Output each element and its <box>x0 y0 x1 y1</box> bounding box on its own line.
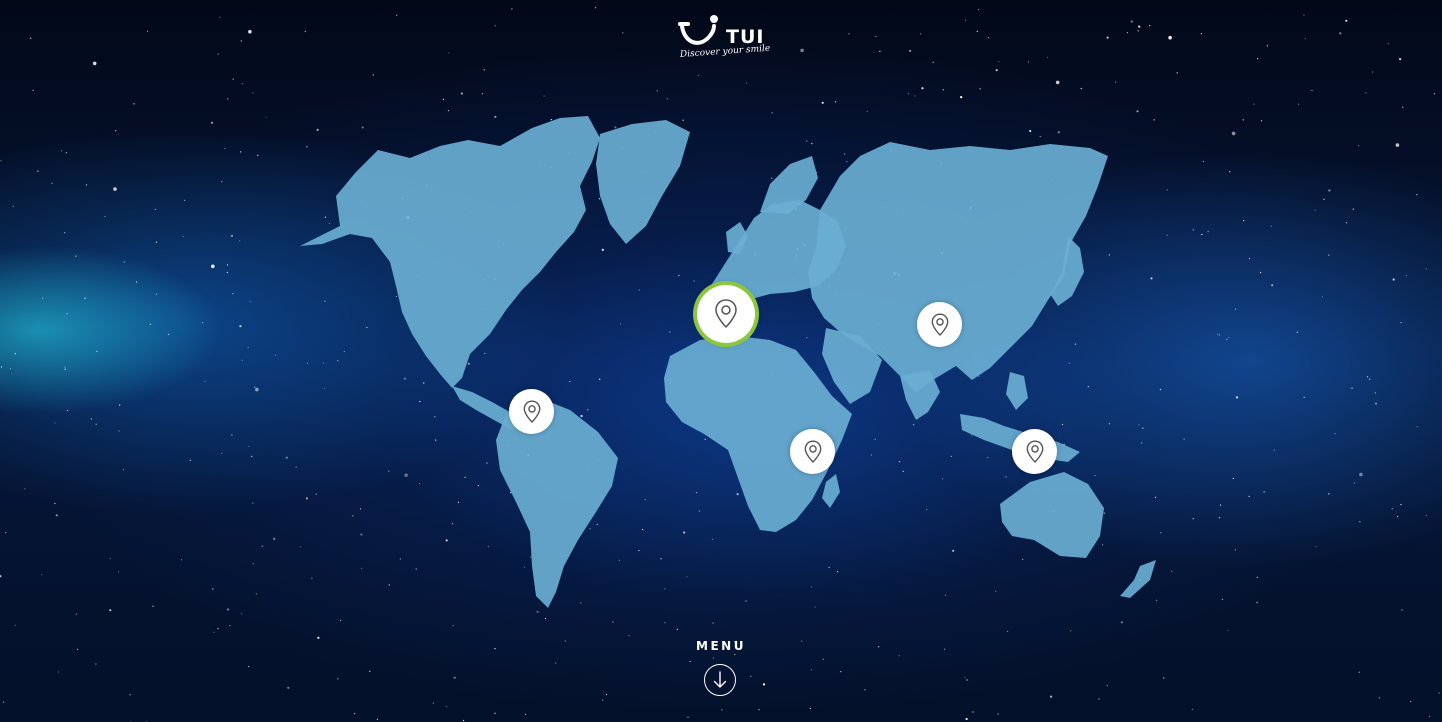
pin-asia[interactable] <box>917 302 962 347</box>
tui-smile-icon <box>678 15 718 45</box>
pin-europe[interactable] <box>697 285 755 343</box>
greenland <box>596 120 690 244</box>
arrow-down-icon <box>713 671 727 688</box>
pin-southeast-asia[interactable] <box>1012 429 1057 474</box>
menu-button[interactable]: MENU <box>671 636 771 706</box>
north-america <box>300 116 600 388</box>
map-pin-icon <box>804 440 821 463</box>
map-pin-icon <box>715 299 737 329</box>
space-background: TUI Discover your smile MENU <box>0 0 1442 722</box>
world-map <box>300 116 1156 608</box>
pin-africa[interactable] <box>790 429 835 474</box>
map-pin-icon <box>1026 440 1043 463</box>
madagascar <box>822 474 840 508</box>
pin-central-america[interactable] <box>509 389 554 434</box>
map-pin-icon <box>931 313 948 336</box>
south-america <box>496 398 618 608</box>
map-pin-icon <box>523 400 540 423</box>
new-zealand <box>1120 560 1156 598</box>
australia <box>1000 472 1104 558</box>
arrow-down-circle-icon[interactable] <box>704 664 736 696</box>
philippines <box>1006 372 1028 410</box>
menu-label: MENU <box>696 639 746 653</box>
tui-logo[interactable]: TUI Discover your smile <box>676 12 776 68</box>
